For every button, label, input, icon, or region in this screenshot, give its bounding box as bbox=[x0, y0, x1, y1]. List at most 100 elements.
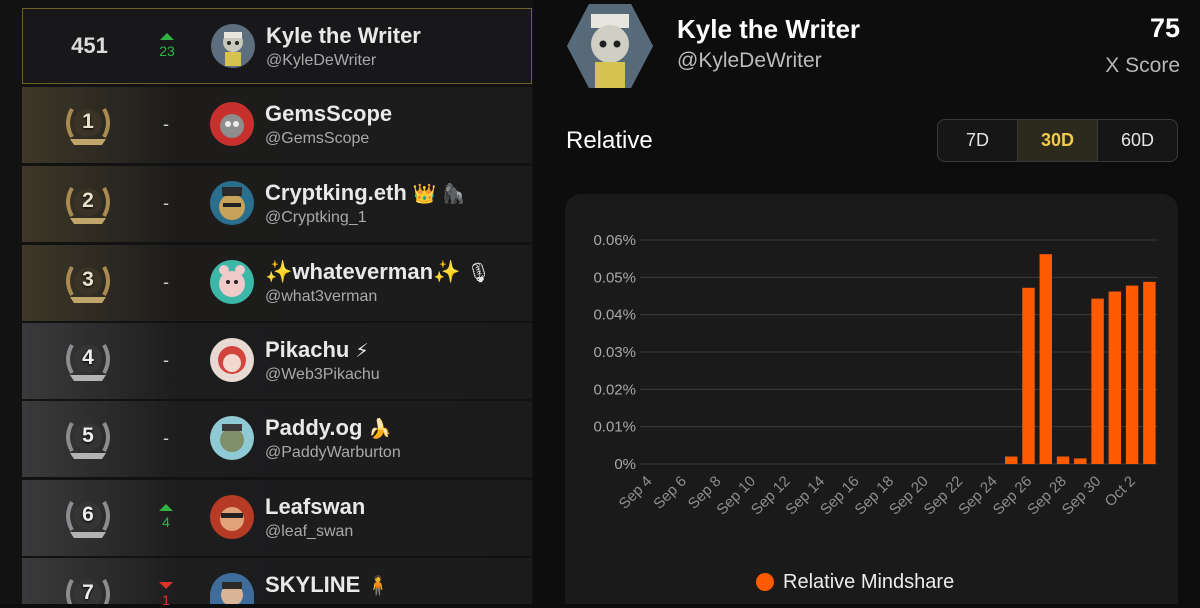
user-name-text: ✨whateverman✨ bbox=[265, 259, 461, 284]
rank-change-value: - bbox=[163, 193, 169, 213]
laurel-badge-icon: 5 bbox=[60, 413, 116, 465]
bar[interactable] bbox=[1039, 254, 1052, 464]
user-handle: @leaf_swan bbox=[265, 523, 354, 540]
table-row[interactable]: 7 1 SKYLINE 🧍 bbox=[22, 558, 532, 608]
user-name: Cryptking.eth 👑 🦍 bbox=[265, 180, 465, 206]
rank-number: 5 bbox=[82, 424, 94, 447]
bar[interactable] bbox=[1005, 456, 1018, 464]
rank-change-value: - bbox=[163, 350, 169, 370]
rank-change: - bbox=[147, 166, 185, 242]
avatar[interactable] bbox=[211, 24, 255, 68]
laurel-badge-icon: 2 bbox=[60, 178, 116, 230]
rank-change: 1 bbox=[147, 558, 185, 608]
bar[interactable] bbox=[1074, 458, 1087, 464]
user-badges: 🧍 bbox=[366, 576, 391, 597]
user-badges: 🍌 bbox=[368, 419, 393, 440]
x-score-value: 75 bbox=[1149, 13, 1180, 43]
y-tick-label: 0.06% bbox=[593, 232, 636, 249]
y-tick-label: 0.05% bbox=[593, 269, 636, 286]
range-tab-7d[interactable]: 7D bbox=[938, 120, 1018, 161]
mindshare-chart: 0%0.01%0.02%0.03%0.04%0.05%0.06%Sep 4Sep… bbox=[593, 232, 1158, 519]
rank-change: - bbox=[147, 401, 185, 477]
user-badges: 🎙 bbox=[466, 263, 491, 284]
avatar[interactable] bbox=[210, 260, 254, 304]
rank-change: - bbox=[147, 87, 185, 163]
rank-up-arrow-icon bbox=[159, 504, 173, 511]
rank-number: 6 bbox=[82, 503, 94, 526]
relative-title: Relative bbox=[566, 127, 653, 154]
bar[interactable] bbox=[1125, 285, 1139, 464]
rank-number: 7 bbox=[82, 581, 94, 604]
table-row[interactable]: 2 - Cryptking.eth 👑 🦍 @Cryptking_1 bbox=[22, 166, 532, 242]
avatar[interactable] bbox=[210, 495, 254, 539]
mindshare-chart-card: 0% 0.01% 0.02% 0.03% 0.04% 0.05% 0.06% Sep 4 Sep… bbox=[565, 194, 1178, 604]
rank-change-value: - bbox=[163, 272, 169, 292]
x-tick-label: Oct 2 bbox=[1102, 473, 1139, 510]
user-name: Paddy.og 🍌 bbox=[265, 415, 392, 441]
rank-change-value: - bbox=[163, 114, 169, 134]
bar[interactable] bbox=[1108, 291, 1122, 464]
bar[interactable] bbox=[1143, 281, 1156, 464]
chart-legend[interactable]: Relative Mindshare bbox=[756, 568, 954, 596]
legend-label: Relative Mindshare bbox=[783, 570, 955, 593]
bar[interactable] bbox=[1091, 298, 1104, 464]
user-handle: @GemsScope bbox=[265, 130, 370, 147]
bar[interactable] bbox=[1056, 456, 1070, 464]
laurel-badge-icon: 3 bbox=[60, 257, 116, 309]
table-row[interactable]: 5 - Paddy.og 🍌 @PaddyWarburton bbox=[22, 401, 532, 477]
rank-change-value: - bbox=[163, 428, 169, 448]
x-tick-label: Sep 30 bbox=[1059, 473, 1105, 519]
user-handle: @what3verman bbox=[265, 288, 378, 305]
user-badges: ⚡ bbox=[355, 341, 369, 362]
user-badges: 👑 🦍 bbox=[412, 184, 466, 205]
profile-handle: @KyleDeWriter bbox=[677, 49, 822, 72]
rank-change-value: 23 bbox=[159, 43, 175, 59]
rank-number: 4 bbox=[82, 346, 94, 369]
y-tick-label: 0% bbox=[614, 456, 636, 473]
rank-up-arrow-icon bbox=[160, 33, 174, 40]
range-selector: 7D 30D 60D bbox=[937, 119, 1178, 162]
bar[interactable] bbox=[1022, 287, 1035, 464]
rank-number: 2 bbox=[82, 189, 94, 212]
avatar[interactable] bbox=[210, 573, 254, 604]
user-name-text: SKYLINE bbox=[265, 572, 361, 597]
user-name-text: Cryptking.eth bbox=[265, 180, 407, 205]
x-score-label: X Score bbox=[1105, 54, 1180, 77]
user-name: Kyle the Writer bbox=[266, 23, 421, 48]
x-tick-label: Sep 4 bbox=[616, 473, 656, 513]
table-row[interactable]: 1 - GemsScope @GemsScope bbox=[22, 87, 532, 163]
laurel-badge-icon: 4 bbox=[60, 335, 116, 387]
profile-name: Kyle the Writer bbox=[677, 14, 861, 44]
table-row[interactable]: 4 - Pikachu ⚡ @Web3Pikachu bbox=[22, 323, 532, 399]
user-name: ✨whateverman✨ 🎙 bbox=[265, 259, 491, 285]
avatar[interactable] bbox=[210, 338, 254, 382]
rank-change: 23 bbox=[148, 9, 186, 85]
user-handle: @Cryptking_1 bbox=[265, 209, 367, 226]
user-name-text: Pikachu bbox=[265, 337, 350, 362]
current-user-row[interactable]: 451 23 Kyle the Writer @KyleDeWriter bbox=[22, 8, 532, 84]
rank-change: 4 bbox=[147, 480, 185, 556]
user-name: GemsScope bbox=[265, 101, 393, 126]
laurel-badge-icon: 1 bbox=[60, 99, 116, 151]
rank-number: 451 bbox=[71, 33, 108, 58]
rank-change: - bbox=[147, 323, 185, 399]
table-row[interactable]: 3 - ✨whateverman✨ 🎙 @what3verman bbox=[22, 245, 532, 321]
user-handle: @KyleDeWriter bbox=[266, 52, 377, 69]
profile-avatar[interactable] bbox=[565, 2, 655, 90]
user-name: SKYLINE 🧍 bbox=[265, 572, 390, 598]
table-row[interactable]: 6 4 Leafswan @leaf_swan bbox=[22, 480, 532, 556]
avatar[interactable] bbox=[210, 181, 254, 225]
rank-change-value: 4 bbox=[162, 514, 170, 530]
user-handle: @PaddyWarburton bbox=[265, 444, 401, 461]
laurel-badge-icon: 6 bbox=[60, 492, 116, 544]
y-tick-label: 0.02% bbox=[593, 381, 636, 398]
avatar[interactable] bbox=[210, 416, 254, 460]
rank-down-arrow-icon bbox=[159, 582, 173, 589]
range-tab-60d[interactable]: 60D bbox=[1098, 120, 1177, 161]
range-tab-30d[interactable]: 30D bbox=[1018, 120, 1098, 161]
legend-swatch bbox=[756, 573, 774, 591]
avatar[interactable] bbox=[210, 102, 254, 146]
x-tick-label: Sep 6 bbox=[650, 473, 690, 513]
rank-change-value: 1 bbox=[162, 592, 170, 608]
user-name: Leafswan bbox=[265, 494, 366, 519]
